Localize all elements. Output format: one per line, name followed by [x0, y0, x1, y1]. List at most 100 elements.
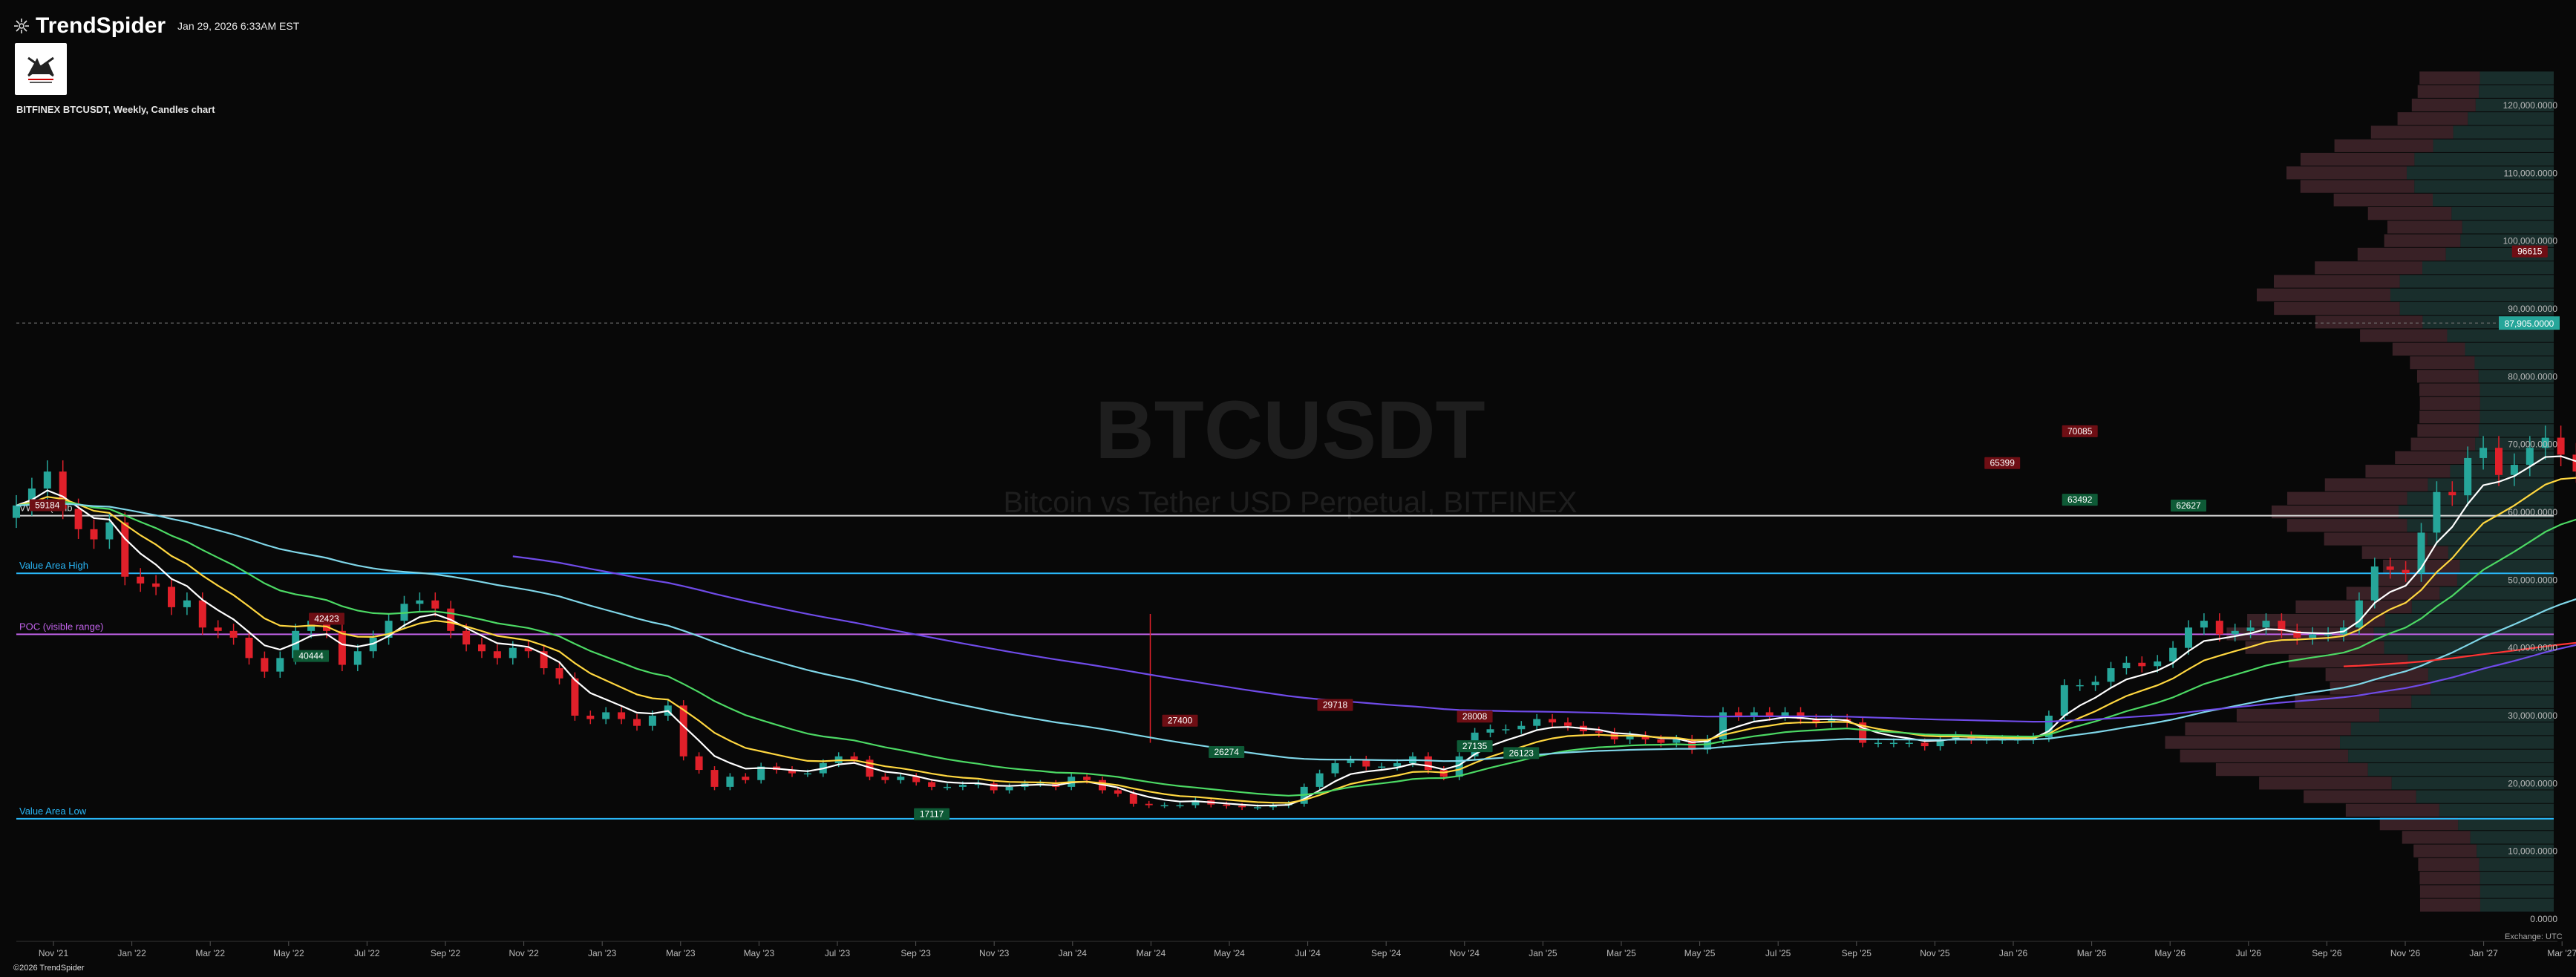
candle-body	[2402, 569, 2410, 574]
swing-label: 27135	[1462, 741, 1488, 751]
x-tick-label: Mar '22	[195, 948, 225, 958]
candle-body	[1486, 729, 1494, 733]
x-tick-label: Mar '26	[2077, 948, 2107, 958]
candle-body	[1005, 786, 1013, 791]
trendspider-logo-icon	[14, 19, 29, 33]
candle-body	[105, 522, 114, 540]
candle-body	[74, 509, 82, 529]
volume-profile-bar-sell	[2304, 790, 2416, 803]
volume-profile-bar-sell	[2417, 85, 2479, 98]
volume-profile-bar-sell	[2418, 857, 2479, 872]
candle-body	[493, 651, 501, 659]
volume-profile-bar-sell	[2367, 207, 2452, 220]
brand: TrendSpider	[13, 13, 166, 39]
candle-body	[90, 529, 98, 540]
candle-body	[1564, 722, 1572, 726]
x-tick-label: Jan '24	[1059, 948, 1088, 958]
candle-body	[2262, 621, 2270, 628]
level-label: Value Area High	[19, 560, 88, 571]
volume-profile-bar-sell	[2360, 329, 2448, 342]
volume-profile-bar-sell	[2286, 519, 2407, 532]
x-tick-label: Mar '24	[1137, 948, 1166, 958]
candle-body	[261, 658, 269, 672]
x-tick-label: Jul '26	[2236, 948, 2262, 958]
volume-profile-bar-sell	[2416, 370, 2479, 383]
candle-body	[2200, 621, 2208, 628]
volume-profile-bar-sell	[2419, 872, 2480, 885]
candle-body	[2246, 627, 2255, 631]
candle-body	[1905, 742, 1913, 745]
candle-body	[1129, 794, 1137, 804]
x-tick-label: Jan '22	[117, 948, 146, 958]
swing-label: 62627	[2176, 500, 2201, 511]
candle-body	[229, 630, 238, 638]
candle-body	[1114, 790, 1122, 794]
candle-body	[1750, 712, 1758, 716]
volume-profile-bar-sell	[2397, 112, 2468, 125]
candle-body	[897, 777, 905, 780]
candle-body	[121, 522, 129, 577]
candle-body	[2185, 627, 2192, 648]
volume-profile-bar-sell	[2402, 831, 2471, 844]
volume-profile-bar-buy	[2422, 261, 2554, 275]
volume-profile-bar-sell	[2259, 777, 2392, 790]
volume-profile-bar-buy	[2367, 762, 2554, 777]
volume-profile-bar-buy	[2479, 885, 2554, 898]
candle-body	[2386, 566, 2394, 570]
x-tick-label: Sep '26	[2312, 948, 2342, 958]
volume-profile-bar-buy	[2479, 872, 2554, 885]
volume-profile-bar-sell	[2357, 247, 2446, 261]
swing-label: 27400	[1168, 716, 1193, 726]
candle-body	[2154, 661, 2162, 667]
volume-profile-bar-buy	[2430, 682, 2554, 695]
volume-profile-bar-sell	[2300, 180, 2415, 193]
volume-profile-bar-buy	[2451, 207, 2554, 220]
candle-body	[2169, 647, 2177, 661]
volume-profile-bar-sell	[2324, 478, 2428, 491]
candlestick-chart[interactable]: BTCUSDT Bitcoin vs Tether USD Perpetual, …	[0, 0, 2576, 977]
candle-body	[710, 770, 719, 787]
y-tick-label: 100,000.0000	[2503, 236, 2558, 246]
candle-body	[214, 627, 222, 631]
volume-profile-bar-buy	[2350, 722, 2554, 736]
candle-body	[1765, 712, 1774, 716]
x-tick-label: Jan '23	[588, 948, 617, 958]
x-tick-label: Jan '26	[1999, 948, 2028, 958]
volume-profile-bar-buy	[2433, 139, 2554, 152]
volume-profile-bar-buy	[2411, 600, 2554, 613]
volume-profile-bar-sell	[2300, 152, 2415, 166]
volume-profile-bar-sell	[2410, 437, 2476, 451]
candle-body	[2448, 491, 2456, 496]
candle-body	[2433, 491, 2441, 533]
swing-label: 70085	[2067, 426, 2093, 437]
volume-profile-bar-buy	[2453, 125, 2554, 139]
volume-profile-bar-buy	[2348, 749, 2554, 762]
volume-profile-bar-sell	[2387, 220, 2462, 234]
volume-profile-bar-sell	[2286, 166, 2407, 180]
swing-label: 17117	[920, 809, 944, 820]
volume-profile-bar-sell	[2315, 316, 2423, 329]
volume-profile-bar-buy	[2340, 736, 2554, 749]
candle-body	[478, 644, 486, 652]
candle-body	[1734, 712, 1742, 716]
y-tick-label: 70,000.0000	[2508, 440, 2557, 450]
candle-body	[1315, 773, 1324, 787]
x-tick-label: May '22	[273, 948, 304, 958]
candle-body	[1874, 742, 1882, 745]
volume-profile-bar-buy	[2459, 559, 2554, 573]
volume-profile-bar-buy	[2433, 193, 2554, 206]
candle-body	[1502, 729, 1510, 731]
volume-profile-bar-buy	[2479, 383, 2554, 396]
candle-body	[1083, 777, 1091, 780]
candle-body	[43, 471, 51, 489]
volume-profile-bar-sell	[2365, 465, 2451, 478]
candle-body	[1889, 742, 1897, 745]
volume-profile-bar-sell	[2384, 234, 2461, 247]
candle-body	[137, 576, 145, 584]
volume-profile-bar-sell	[2274, 301, 2400, 316]
volume-profile-bar-buy	[2439, 803, 2554, 817]
x-tick-label: May '26	[2154, 948, 2186, 958]
candle-body	[1781, 712, 1789, 716]
candle-body	[726, 777, 734, 787]
x-tick-label: Sep '23	[900, 948, 931, 958]
